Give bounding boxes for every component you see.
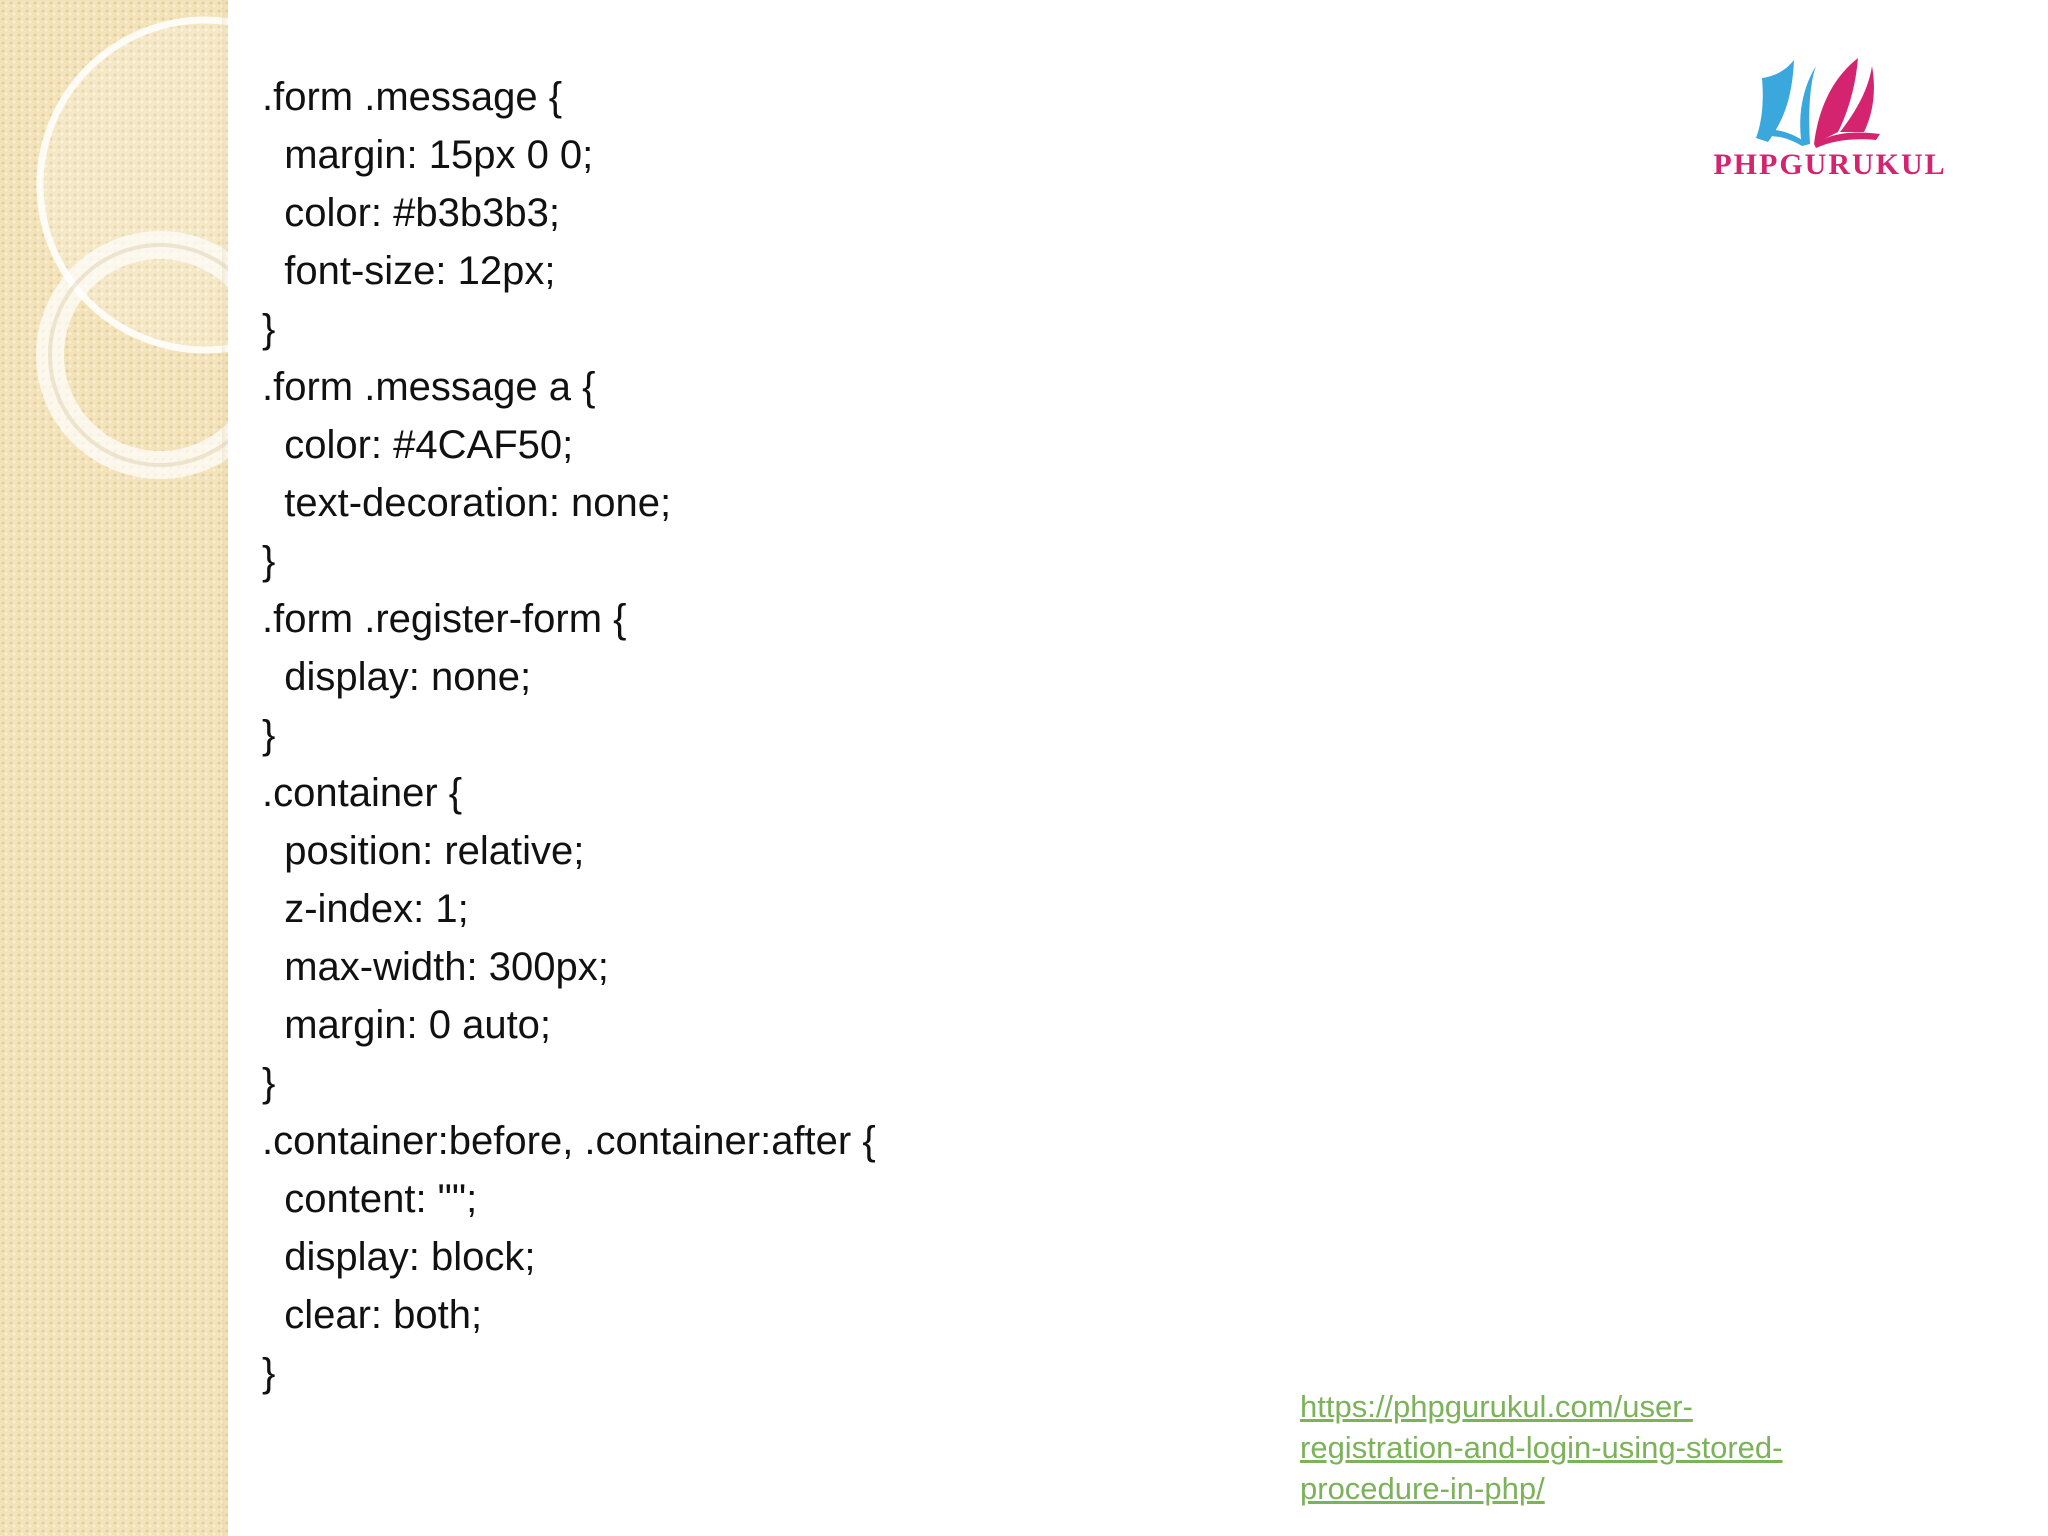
code-line: margin: 15px 0 0; xyxy=(262,133,594,177)
code-line: } xyxy=(262,1061,276,1105)
logo-text: PHPGURUKUL xyxy=(1713,148,1947,181)
code-line: .form .register-form { xyxy=(262,597,627,641)
decorative-sidebar xyxy=(0,0,228,1536)
decorative-rings xyxy=(36,16,228,479)
code-line: .form .message a { xyxy=(262,365,596,409)
code-line: font-size: 12px; xyxy=(262,249,556,293)
code-line: } xyxy=(262,1351,276,1395)
code-line: margin: 0 auto; xyxy=(262,1003,552,1047)
code-line: max-width: 300px; xyxy=(262,945,609,989)
code-line: color: #4CAF50; xyxy=(262,423,574,467)
code-line: position: relative; xyxy=(262,829,585,873)
code-line: z-index: 1; xyxy=(262,887,469,931)
code-line: .container:before, .container:after { xyxy=(262,1119,876,1163)
source-link[interactable]: https://phpgurukul.com/user- registratio… xyxy=(1300,1386,1860,1509)
source-link-line[interactable]: https://phpgurukul.com/user- xyxy=(1300,1386,1860,1427)
open-book-icon xyxy=(1756,58,1880,148)
code-line: color: #b3b3b3; xyxy=(262,191,560,235)
code-line: text-decoration: none; xyxy=(262,481,672,525)
code-line: display: none; xyxy=(262,655,532,699)
code-line: } xyxy=(262,307,276,351)
code-block: .form .message { margin: 15px 0 0; color… xyxy=(262,68,876,1402)
code-line: .container { xyxy=(262,771,463,815)
source-link-line[interactable]: registration-and-login-using-stored- xyxy=(1300,1427,1860,1468)
code-line: } xyxy=(262,539,276,583)
phpgurukul-logo: PHPGURUKUL xyxy=(1690,52,1970,192)
code-line: content: ""; xyxy=(262,1177,478,1221)
code-line: display: block; xyxy=(262,1235,536,1279)
code-line: } xyxy=(262,713,276,757)
code-line: .form .message { xyxy=(262,75,563,119)
source-link-line[interactable]: procedure-in-php/ xyxy=(1300,1468,1860,1509)
code-line: clear: both; xyxy=(262,1293,483,1337)
